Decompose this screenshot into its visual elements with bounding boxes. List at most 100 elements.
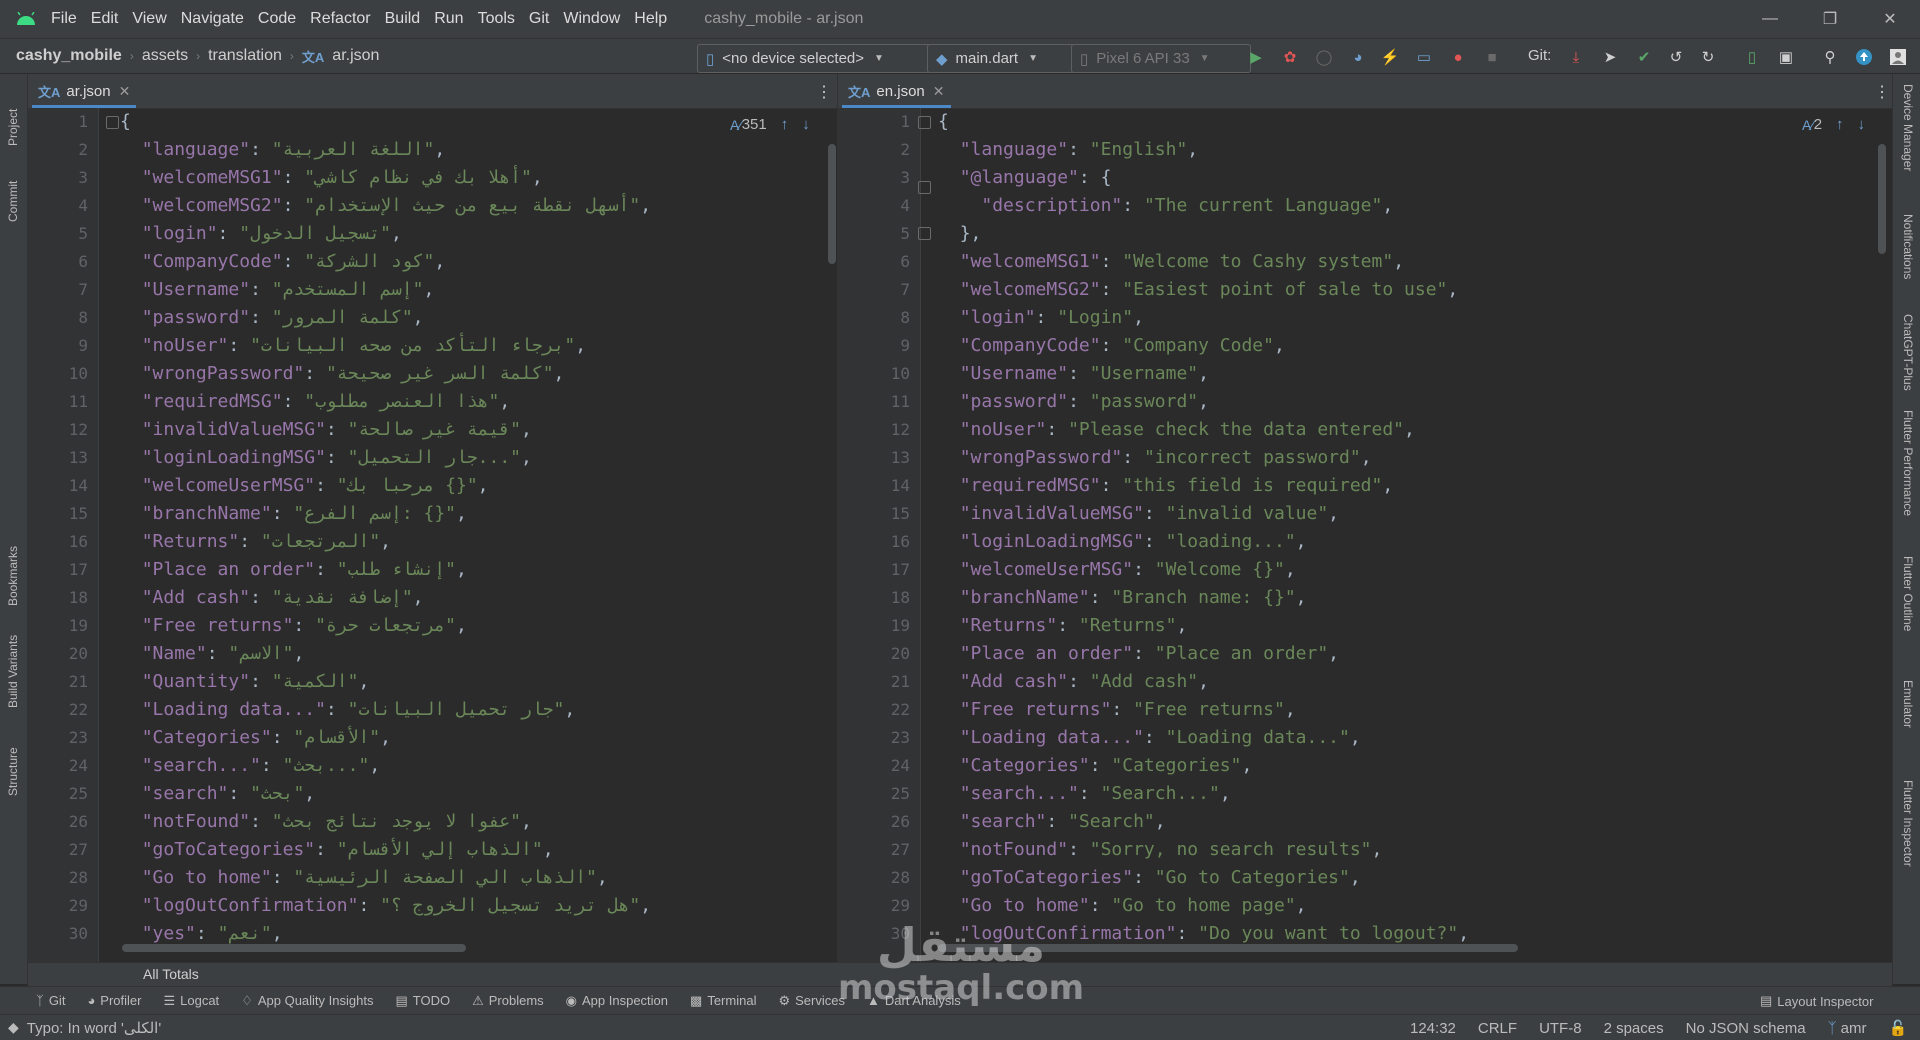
hot-reload-icon[interactable]: ⚡ [1378, 45, 1402, 69]
code-area-left[interactable]: { "language": "اللغة العربية", "welcomeM… [120, 108, 820, 974]
git-branch[interactable]: amr [1841, 1020, 1867, 1037]
code-line: "notFound": "Sorry, no search results", [959, 839, 1383, 860]
update-icon[interactable] [1852, 45, 1876, 69]
tool-services[interactable]: ⚙ Services [778, 993, 845, 1009]
flutter-attach-icon[interactable]: ● [1446, 45, 1470, 69]
menu-run[interactable]: Run [427, 0, 470, 38]
tool-app-inspection[interactable]: ◉ App Inspection [566, 993, 668, 1009]
previous-highlight-icon[interactable]: ↑ [1836, 116, 1844, 133]
device-manager-icon[interactable]: ▯ [1740, 45, 1764, 69]
menu-refactor[interactable]: Refactor [303, 0, 377, 38]
close-window-button[interactable]: ✕ [1860, 0, 1920, 38]
tool-commit[interactable]: Commit [6, 181, 20, 222]
fold-marker-icon[interactable] [918, 116, 931, 129]
restore-button[interactable]: ❐ [1800, 0, 1860, 38]
breadcrumb-file[interactable]: ar.json [328, 47, 383, 65]
json-value: "كلمة السر غير صحيحة" [325, 363, 554, 384]
fold-marker-icon[interactable] [106, 116, 119, 129]
menu-edit[interactable]: Edit [84, 0, 126, 38]
tool-app-quality-insights[interactable]: ♢ App Quality Insights [241, 993, 373, 1009]
typo-counter-right[interactable]: A⁄ 2 ↑ ↓ [1802, 116, 1865, 133]
breadcrumb-project[interactable]: cashy_mobile [12, 47, 126, 65]
status-panel-icon[interactable]: ◆ [8, 1019, 19, 1036]
typo-count: 351 [741, 116, 767, 133]
tool-layout-inspector[interactable]: ▤ Layout Inspector [1760, 993, 1873, 1009]
run-icon[interactable]: ▶ [1244, 45, 1268, 69]
json-schema[interactable]: No JSON schema [1686, 1020, 1806, 1037]
profile-icon[interactable]: ◕ [1346, 45, 1370, 69]
json-value: "Login" [1057, 307, 1134, 328]
tool-problems[interactable]: ⚠ Problems [472, 993, 544, 1009]
tool-label: Git [48, 993, 66, 1008]
more-options-icon[interactable]: ⋮ [816, 82, 832, 102]
menu-build[interactable]: Build [378, 0, 428, 38]
tool-build-variants[interactable]: Build Variants [6, 635, 20, 708]
next-highlight-icon[interactable]: ↓ [802, 116, 810, 133]
minimize-button[interactable]: — [1740, 0, 1800, 38]
close-tab-icon[interactable]: ✕ [119, 83, 131, 100]
tool-project[interactable]: Project [6, 109, 20, 146]
git-push-icon[interactable]: ➤ [1598, 45, 1622, 69]
indent-setting[interactable]: 2 spaces [1604, 1020, 1664, 1037]
menu-navigate[interactable]: Navigate [174, 0, 251, 38]
close-tab-icon[interactable]: ✕ [933, 83, 945, 100]
run-config-selector[interactable]: ◆ main.dart ▼ [927, 44, 1081, 73]
menu-window[interactable]: Window [556, 0, 627, 38]
stop-icon[interactable]: ■ [1480, 45, 1504, 69]
typo-counter-left[interactable]: A⁄ 351 ↑ ↓ [730, 116, 810, 133]
emulator-selector[interactable]: ▯ Pixel 6 API 33 ▼ [1071, 44, 1251, 73]
lock-icon[interactable]: 🔓 [1889, 1019, 1908, 1037]
menu-tools[interactable]: Tools [471, 0, 522, 38]
tab-en-json[interactable]: 文A en.json ✕ [842, 74, 951, 108]
tool-terminal[interactable]: ▩ Terminal [690, 993, 756, 1009]
previous-highlight-icon[interactable]: ↑ [781, 116, 789, 133]
file-encoding[interactable]: UTF-8 [1539, 1020, 1582, 1037]
debug-icon[interactable]: ✿ [1278, 45, 1302, 69]
tool-device-manager[interactable]: Device Manager [1901, 84, 1915, 171]
json-key: "requiredMSG" [959, 475, 1101, 496]
search-icon[interactable]: ⚲ [1818, 45, 1842, 69]
fold-marker-icon[interactable] [918, 181, 931, 194]
git-history-icon[interactable]: ↺ [1664, 45, 1688, 69]
tool-flutter-performance[interactable]: Flutter Performance [1901, 410, 1915, 516]
git-rollback-icon[interactable]: ↻ [1696, 45, 1720, 69]
line-number: 23 [68, 728, 88, 747]
menu-git[interactable]: Git [522, 0, 556, 38]
git-update-icon[interactable]: ⤓ [1564, 45, 1588, 69]
tool-structure[interactable]: Structure [6, 747, 20, 796]
tool-logcat[interactable]: ☰ Logcat [163, 993, 219, 1009]
line-separator[interactable]: CRLF [1478, 1020, 1517, 1037]
code-area-right[interactable]: { "language": "English", "@language": { … [938, 108, 1868, 974]
menu-file[interactable]: File [44, 0, 84, 38]
tool-flutter-outline[interactable]: Flutter Outline [1901, 556, 1915, 631]
menu-view[interactable]: View [125, 0, 173, 38]
tool-git[interactable]: ᛉ Git [36, 993, 65, 1008]
tool-chatgpt-plus[interactable]: ChatGPT-Plus [1901, 314, 1915, 391]
settings-icon[interactable] [1886, 45, 1910, 69]
more-options-icon[interactable]: ⋮ [1874, 82, 1890, 102]
breadcrumb-translation[interactable]: translation [204, 47, 286, 65]
next-highlight-icon[interactable]: ↓ [1858, 116, 1866, 133]
tab-ar-json[interactable]: 文A ar.json ✕ [32, 74, 137, 108]
attach-icon[interactable]: ◯ [1312, 45, 1336, 69]
menu-code[interactable]: Code [251, 0, 303, 38]
caret-position[interactable]: 124:32 [1410, 1020, 1456, 1037]
apply-changes-icon[interactable]: ▭ [1412, 45, 1436, 69]
vertical-scrollbar-right[interactable] [1878, 144, 1886, 254]
menu-help[interactable]: Help [627, 0, 674, 38]
tool-bookmarks[interactable]: Bookmarks [6, 546, 20, 606]
tool-profiler[interactable]: ◕ Profiler [87, 993, 141, 1008]
tool-notifications[interactable]: Notifications [1901, 214, 1915, 279]
vertical-scrollbar-left[interactable] [828, 144, 836, 264]
tool-todo[interactable]: ▤ TODO [395, 993, 450, 1009]
fold-marker-icon[interactable] [918, 227, 931, 240]
horizontal-scrollbar-left[interactable] [122, 944, 466, 952]
device-selector[interactable]: ▯ <no device selected> ▼ [697, 44, 931, 73]
breadcrumb-assets[interactable]: assets [138, 47, 192, 65]
status-message[interactable]: Typo: In word 'الكلى' [27, 1019, 161, 1037]
tool-flutter-inspector[interactable]: Flutter Inspector [1901, 780, 1915, 867]
sdk-manager-icon[interactable]: ▣ [1774, 45, 1798, 69]
tool-label: Logcat [180, 993, 220, 1008]
git-commit-icon[interactable]: ✔ [1632, 45, 1656, 69]
tool-emulator[interactable]: Emulator [1901, 680, 1915, 728]
